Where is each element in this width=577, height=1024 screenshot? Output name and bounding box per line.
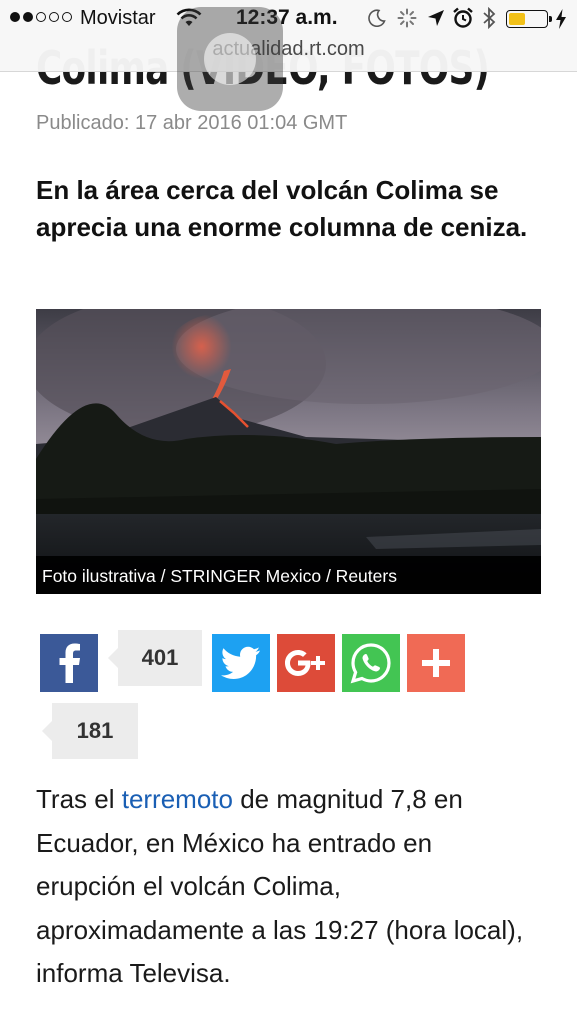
activity-spinner-icon	[397, 8, 417, 28]
whatsapp-icon	[350, 643, 391, 684]
body-text-lead: Tras el	[36, 784, 122, 814]
article-subheadline: En la área cerca del volcán Colima se ap…	[36, 175, 528, 242]
publish-date: Publicado: 17 abr 2016 01:04 GMT	[36, 112, 348, 134]
url-bar[interactable]: actualidad.rt.com	[0, 38, 577, 61]
more-share-button[interactable]	[407, 634, 465, 692]
alarm-clock-icon	[453, 7, 473, 28]
article-photo[interactable]: Foto ilustrativa / STRINGER Mexico / Reu…	[36, 309, 541, 594]
twitter-icon	[221, 646, 260, 679]
facebook-icon	[59, 643, 80, 683]
signal-strength-icon	[10, 12, 72, 22]
terremoto-link[interactable]: terremoto	[122, 784, 233, 814]
moon-icon	[368, 9, 386, 27]
photo-caption: Foto ilustrativa / STRINGER Mexico / Reu…	[36, 556, 541, 594]
battery-icon	[506, 10, 552, 28]
assistive-touch-button[interactable]	[177, 7, 283, 111]
browser-top-bar: Movistar 12:37 a.m. actualidad.rt.com	[0, 0, 577, 72]
volcano-photo-illustration	[36, 309, 541, 594]
article-body-paragraph: Tras el terremoto de magnitud 7,8 en Ecu…	[36, 778, 536, 996]
carrier-name: Movistar	[80, 7, 156, 29]
google-plus-share-button[interactable]	[277, 634, 335, 692]
facebook-share-button[interactable]	[40, 634, 98, 692]
plus-icon	[422, 649, 450, 677]
status-bar: Movistar 12:37 a.m.	[0, 0, 577, 38]
share-count-badge: 401	[108, 630, 202, 686]
share-count-badge-secondary: 181	[42, 703, 138, 759]
charging-bolt-icon	[556, 9, 566, 29]
location-arrow-icon	[428, 10, 444, 26]
google-plus-icon	[285, 650, 325, 676]
whatsapp-share-button[interactable]	[342, 634, 400, 692]
battery-level	[509, 13, 525, 25]
bluetooth-icon	[483, 7, 496, 29]
twitter-share-button[interactable]	[212, 634, 270, 692]
body-text-rest: de magnitud 7,8 en Ecuador, en México ha…	[36, 784, 524, 988]
